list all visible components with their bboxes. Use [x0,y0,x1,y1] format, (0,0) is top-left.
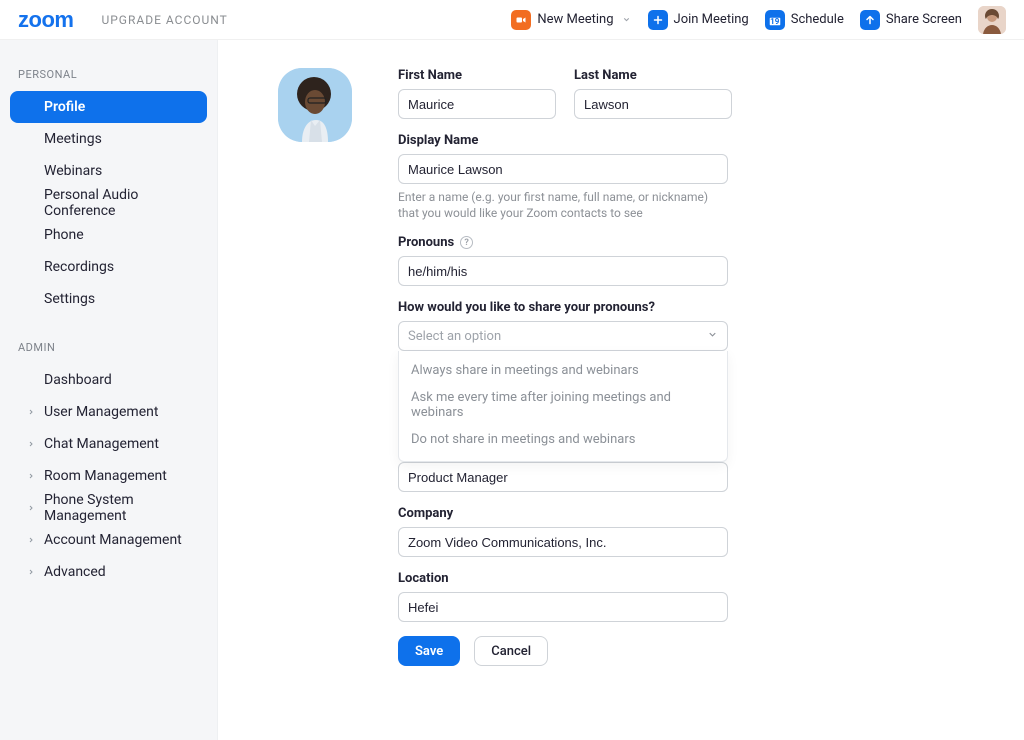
sidebar-item-label: Chat Management [44,436,159,452]
pronouns-input[interactable] [398,256,728,286]
new-meeting-label: New Meeting [537,12,613,27]
chevron-right-icon [26,503,36,513]
upgrade-account-link[interactable]: UPGRADE ACCOUNT [101,13,227,27]
sidebar-item-chat-management[interactable]: Chat Management [10,428,207,460]
share-pronouns-label: How would you like to share your pronoun… [398,300,958,315]
share-screen-button[interactable]: Share Screen [860,10,962,30]
share-pronouns-select[interactable]: Select an option [398,321,728,351]
chevron-right-icon [26,471,36,481]
cancel-button[interactable]: Cancel [474,636,548,666]
sidebar-item-label: Webinars [44,163,102,179]
sidebar-header-personal: PERSONAL [0,58,217,91]
chevron-down-icon [622,15,632,25]
sidebar-item-meetings[interactable]: Meetings [10,123,207,155]
join-meeting-button[interactable]: Join Meeting [648,10,749,30]
sidebar-item-account-management[interactable]: Account Management [10,524,207,556]
last-name-input[interactable] [574,89,732,119]
sidebar-item-label: Account Management [44,532,182,548]
sidebar-item-label: Phone [44,227,84,243]
sidebar-item-advanced[interactable]: Advanced [10,556,207,588]
location-input[interactable] [398,592,728,622]
avatar[interactable] [978,6,1006,34]
sidebar-header-admin: ADMIN [0,331,217,364]
job-title-input[interactable] [398,462,728,492]
sidebar-item-label: Recordings [44,259,114,275]
display-name-label: Display Name [398,133,958,148]
sidebar-item-label: User Management [44,404,158,420]
profile-avatar[interactable] [278,68,352,142]
sidebar: PERSONAL Profile Meetings Webinars Perso… [0,40,218,740]
main-content: First Name Last Name Display Name Enter … [218,40,1024,740]
topbar: zoom UPGRADE ACCOUNT New Meeting Join Me… [0,0,1024,40]
location-label: Location [398,571,958,586]
sidebar-item-label: Settings [44,291,95,307]
share-pronouns-dropdown: Always share in meetings and webinars As… [398,351,728,462]
sidebar-item-webinars[interactable]: Webinars [10,155,207,187]
dropdown-option[interactable]: Do not share in meetings and webinars [399,426,727,453]
company-label: Company [398,506,958,521]
first-name-label: First Name [398,68,556,83]
share-screen-label: Share Screen [886,12,962,27]
sidebar-item-label: Meetings [44,131,102,147]
display-name-input[interactable] [398,154,728,184]
chevron-right-icon [26,439,36,449]
dropdown-option[interactable]: Ask me every time after joining meetings… [399,384,727,426]
save-button[interactable]: Save [398,636,460,666]
pronouns-label: Pronouns [398,235,454,250]
sidebar-item-label: Personal Audio Conference [44,187,191,219]
sidebar-item-label: Profile [44,99,85,115]
chevron-right-icon [26,407,36,417]
first-name-input[interactable] [398,89,556,119]
sidebar-item-phone-system-management[interactable]: Phone System Management [10,492,207,524]
sidebar-item-phone[interactable]: Phone [10,219,207,251]
calendar-icon: 19 [765,10,785,30]
help-icon[interactable]: ? [460,236,473,249]
calendar-day: 19 [765,17,785,26]
dropdown-option[interactable]: Always share in meetings and webinars [399,357,727,384]
share-pronouns-placeholder: Select an option [408,329,501,344]
company-input[interactable] [398,527,728,557]
last-name-label: Last Name [574,68,732,83]
video-icon [511,10,531,30]
chevron-right-icon [26,535,36,545]
sidebar-item-room-management[interactable]: Room Management [10,460,207,492]
sidebar-item-user-management[interactable]: User Management [10,396,207,428]
sidebar-item-recordings[interactable]: Recordings [10,251,207,283]
logo: zoom [18,7,73,33]
chevron-down-icon [707,329,718,344]
sidebar-item-profile[interactable]: Profile [10,91,207,123]
display-name-hint: Enter a name (e.g. your first name, full… [398,189,718,221]
sidebar-item-dashboard[interactable]: Dashboard [10,364,207,396]
new-meeting-button[interactable]: New Meeting [511,10,631,30]
sidebar-item-personal-audio[interactable]: Personal Audio Conference [10,187,207,219]
join-meeting-label: Join Meeting [674,12,749,27]
sidebar-item-settings[interactable]: Settings [10,283,207,315]
sidebar-item-label: Dashboard [44,372,112,388]
schedule-button[interactable]: 19 Schedule [765,10,844,30]
share-icon [860,10,880,30]
sidebar-item-label: Phone System Management [44,492,191,524]
sidebar-item-label: Room Management [44,468,167,484]
schedule-label: Schedule [791,12,844,27]
chevron-right-icon [26,567,36,577]
plus-icon [648,10,668,30]
sidebar-item-label: Advanced [44,564,106,580]
